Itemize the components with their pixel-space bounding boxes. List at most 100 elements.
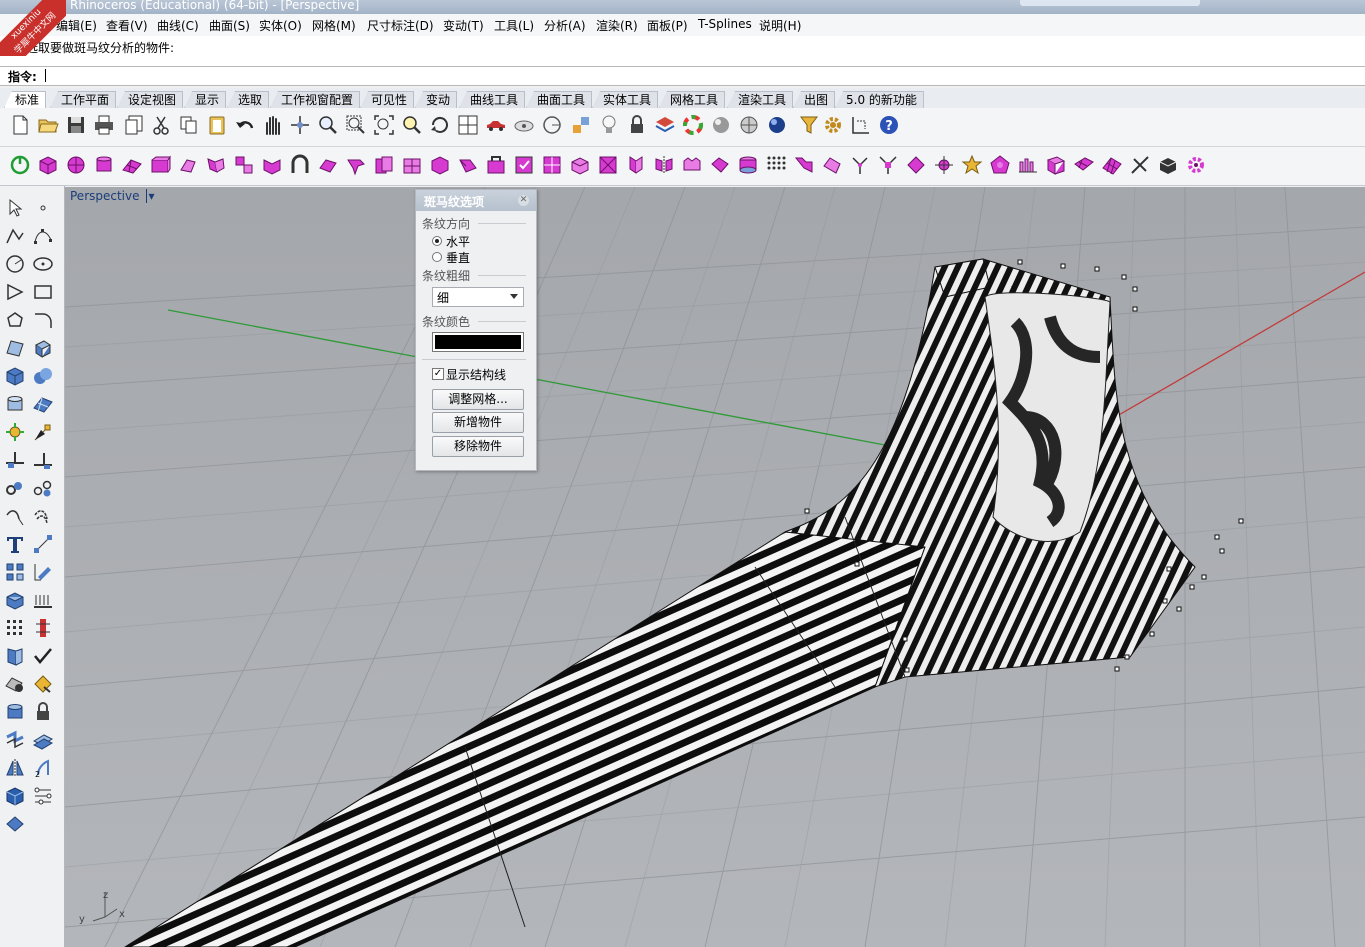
cylinder-icon[interactable] bbox=[2, 392, 28, 416]
dimension-icon[interactable] bbox=[849, 113, 873, 137]
material-sphere-icon[interactable] bbox=[737, 113, 761, 137]
help-icon[interactable]: ? bbox=[877, 113, 901, 137]
ts-delete-icon[interactable] bbox=[456, 153, 480, 177]
split-icon[interactable] bbox=[2, 448, 28, 472]
lock-object-icon[interactable] bbox=[30, 700, 56, 724]
ts-weld-icon[interactable] bbox=[484, 153, 508, 177]
move-view-icon[interactable] bbox=[288, 113, 312, 137]
undo-icon[interactable] bbox=[233, 113, 257, 137]
polyline-icon[interactable] bbox=[2, 224, 28, 248]
loft-2-icon[interactable]: 2 bbox=[30, 756, 56, 780]
ts-rail-icon[interactable] bbox=[316, 153, 340, 177]
ts-cross-select-icon[interactable] bbox=[932, 153, 956, 177]
ts-box-icon[interactable] bbox=[36, 153, 60, 177]
car-icon[interactable] bbox=[484, 113, 508, 137]
select-arrow-icon[interactable] bbox=[2, 196, 28, 220]
mirror-icon[interactable] bbox=[2, 756, 28, 780]
polygon-icon[interactable] bbox=[2, 308, 28, 332]
perspective-viewport[interactable]: z y x bbox=[65, 187, 1365, 947]
offset-curve-icon[interactable] bbox=[30, 504, 56, 528]
check-icon[interactable] bbox=[30, 644, 56, 668]
ts-settings-gear-icon[interactable] bbox=[1184, 153, 1208, 177]
ts-revolve-icon[interactable] bbox=[344, 153, 368, 177]
ts-select-face-icon[interactable] bbox=[512, 153, 536, 177]
open-file-icon[interactable] bbox=[36, 113, 60, 137]
layer-icon[interactable] bbox=[653, 113, 677, 137]
ts-mesh-icon[interactable] bbox=[1100, 153, 1124, 177]
radio-vertical[interactable] bbox=[432, 252, 442, 262]
grid-snap-icon[interactable] bbox=[540, 113, 564, 137]
ts-manipulator-icon[interactable] bbox=[876, 153, 900, 177]
environment-sphere-icon[interactable] bbox=[765, 113, 789, 137]
solid-box-icon[interactable] bbox=[2, 588, 28, 612]
save-icon[interactable] bbox=[64, 113, 88, 137]
ts-cylinder-icon[interactable] bbox=[92, 153, 116, 177]
curve-cv-icon[interactable] bbox=[30, 224, 56, 248]
points-on-icon[interactable] bbox=[2, 616, 28, 640]
ts-match-icon[interactable] bbox=[820, 153, 844, 177]
menu-help[interactable]: 说明(H) bbox=[759, 17, 801, 34]
trim-icon[interactable] bbox=[30, 448, 56, 472]
remove-object-button[interactable]: 移除物件 bbox=[432, 436, 524, 457]
ts-loft-icon[interactable] bbox=[260, 153, 284, 177]
radio-horizontal-label[interactable]: 水平 bbox=[446, 233, 470, 250]
move-arrow-icon[interactable] bbox=[30, 420, 56, 444]
ts-thicken-icon[interactable] bbox=[624, 153, 648, 177]
color-wheel-icon[interactable] bbox=[681, 113, 705, 137]
surface-corner-icon[interactable] bbox=[2, 336, 28, 360]
zoom-extents-icon[interactable] bbox=[372, 113, 396, 137]
ts-fill-hole-icon[interactable] bbox=[708, 153, 732, 177]
contour-icon[interactable] bbox=[2, 644, 28, 668]
command-input-caret[interactable] bbox=[45, 69, 46, 82]
ts-stack-icon[interactable] bbox=[736, 153, 760, 177]
menu-render[interactable]: 渲染(R) bbox=[596, 17, 638, 34]
tab-visibility[interactable]: 可见性 bbox=[360, 91, 415, 108]
viewport-menu-arrow[interactable]: ▾ bbox=[145, 189, 155, 203]
chevron-down-icon[interactable] bbox=[510, 294, 518, 299]
tab-curve-tools[interactable]: 曲线工具 bbox=[459, 91, 526, 108]
menu-analyze[interactable]: 分析(A) bbox=[544, 17, 586, 34]
ts-flatten-icon[interactable] bbox=[1044, 153, 1068, 177]
command-line[interactable]: 指令: bbox=[0, 67, 1365, 86]
arc-icon[interactable] bbox=[2, 280, 28, 304]
radio-vertical-label[interactable]: 垂直 bbox=[446, 249, 470, 266]
menu-panels[interactable]: 面板(P) bbox=[647, 17, 688, 34]
viewport-title[interactable]: Perspective ▾ bbox=[70, 189, 155, 205]
tab-mesh-tools[interactable]: 网格工具 bbox=[659, 91, 726, 108]
ts-plane-icon[interactable] bbox=[120, 153, 144, 177]
lock-icon[interactable] bbox=[625, 113, 649, 137]
ts-split-edge-icon[interactable] bbox=[1128, 153, 1152, 177]
ts-symmetry-icon[interactable] bbox=[680, 153, 704, 177]
text-icon[interactable] bbox=[2, 532, 28, 556]
adjust-mesh-button[interactable]: 调整网格... bbox=[432, 389, 524, 410]
import-icon[interactable] bbox=[122, 113, 146, 137]
tab-select[interactable]: 选取 bbox=[227, 91, 270, 108]
ts-convert-icon[interactable] bbox=[1156, 153, 1180, 177]
solid-union-icon[interactable] bbox=[30, 364, 56, 388]
ts-insert-edge-icon[interactable] bbox=[428, 153, 452, 177]
tab-viewport-layout[interactable]: 工作视窗配置 bbox=[270, 91, 361, 108]
fillet-curve-icon[interactable] bbox=[30, 308, 56, 332]
control-points-icon[interactable] bbox=[30, 784, 56, 808]
gumball-icon[interactable] bbox=[2, 420, 28, 444]
tab-solid-tools[interactable]: 实体工具 bbox=[592, 91, 659, 108]
point-icon[interactable] bbox=[30, 196, 56, 220]
add-object-button[interactable]: 新增物件 bbox=[432, 412, 524, 433]
menu-surface[interactable]: 曲面(S) bbox=[209, 17, 250, 34]
menu-mesh[interactable]: 网格(M) bbox=[312, 17, 356, 34]
box-icon[interactable] bbox=[2, 364, 28, 388]
light-bulb-icon[interactable] bbox=[597, 113, 621, 137]
ts-quadball-icon[interactable] bbox=[176, 153, 200, 177]
zoom-dynamic-icon[interactable] bbox=[316, 113, 340, 137]
print-icon[interactable] bbox=[92, 113, 116, 137]
render-sphere-icon[interactable] bbox=[709, 113, 733, 137]
menu-tools[interactable]: 工具(L) bbox=[494, 17, 534, 34]
show-isocurves-checkbox[interactable]: ✓ bbox=[432, 368, 444, 380]
scale-icon[interactable] bbox=[30, 560, 56, 584]
rotate-view-icon[interactable] bbox=[428, 113, 452, 137]
menu-transform[interactable]: 变动(T) bbox=[443, 17, 484, 34]
solid-cube-icon[interactable] bbox=[2, 784, 28, 808]
tab-set-view[interactable]: 设定视图 bbox=[117, 91, 184, 108]
zebra-panel-header[interactable]: 斑马纹选项 ✕ bbox=[416, 190, 536, 211]
tab-cplanes[interactable]: 工作平面 bbox=[50, 91, 117, 108]
